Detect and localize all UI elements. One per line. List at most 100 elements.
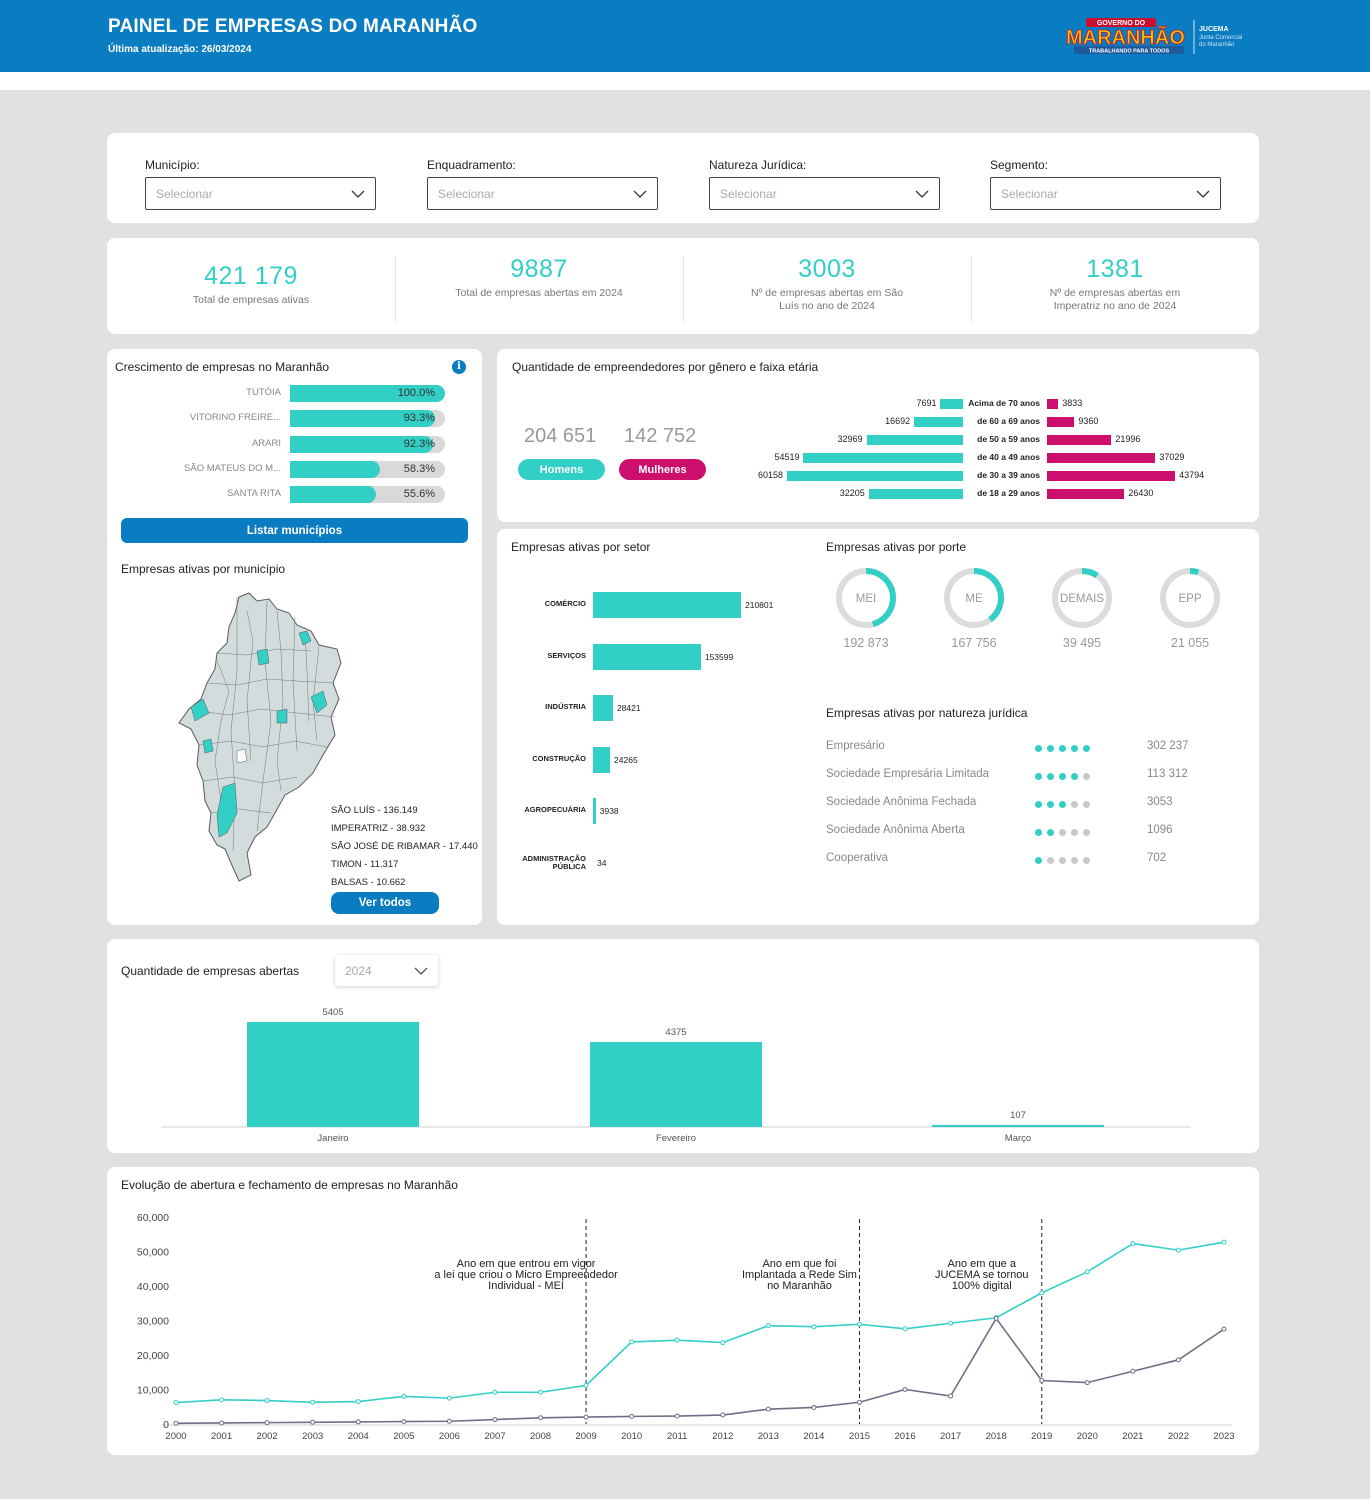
info-icon[interactable]: i: [452, 360, 466, 374]
month-tick-label: Fevereiro: [656, 1133, 696, 1144]
svg-text:JUCEMA: JUCEMA: [1199, 26, 1229, 33]
evolution-line-chart: 0 10,000 20,000 30,000 40,000 50,000 60,000 200…: [137, 1212, 1235, 1442]
growth-track: 92.3%: [290, 435, 445, 453]
rating-dot: [1035, 745, 1042, 752]
enquadramento-select[interactable]: Selecionar: [427, 177, 658, 210]
men-pill[interactable]: Homens: [518, 459, 605, 480]
series-point: [811, 1324, 817, 1330]
rating-dot: [1035, 773, 1042, 780]
kpi-label: Nº de empresas abertas em Imperatriz no …: [1049, 287, 1181, 312]
month-tick-label: Janeiro: [317, 1133, 348, 1144]
natureza-name: Sociedade Anônima Fechada: [826, 796, 977, 808]
kpi-label: Total de empresas ativas: [192, 294, 310, 306]
svg-text:MARANHÃO: MARANHÃO: [1066, 26, 1185, 49]
series-point: [492, 1389, 498, 1395]
rating-dot: [1071, 801, 1078, 808]
svg-text:do Maranhão: do Maranhão: [1199, 42, 1235, 48]
filter-segmento: Segmento: Selecionar: [990, 158, 1221, 210]
age-label-men: 16692: [885, 416, 911, 426]
sector-value: 34: [597, 857, 607, 868]
sector-value: 153599: [704, 651, 734, 662]
segmento-select[interactable]: Selecionar: [990, 177, 1221, 210]
chevron-down-icon: [1196, 190, 1210, 198]
growth-municipio-name: VITORINO FREIRE...: [189, 412, 281, 424]
rating-dot: [1047, 857, 1054, 864]
age-label-women: 3833: [1062, 398, 1083, 408]
porte-donut: ME: [944, 568, 1004, 628]
natureza-select[interactable]: Selecionar: [709, 177, 940, 210]
series-point: [446, 1418, 452, 1424]
age-label-men: 32969: [837, 434, 863, 444]
series-point: [629, 1339, 635, 1345]
growth-pct: 58.3%: [403, 462, 435, 475]
filter-natureza: Natureza Jurídica: Selecionar: [709, 158, 940, 210]
kpi-total-active: 421 179 Total de empresas ativas: [107, 238, 395, 334]
age-bar-women: [1047, 471, 1176, 481]
series-point: [856, 1321, 862, 1327]
age-label-men: 32205: [839, 488, 865, 498]
x-tick-label: 2021: [1122, 1431, 1143, 1442]
x-tick-label: 2013: [758, 1431, 779, 1442]
natureza-value: 113 312: [1147, 768, 1188, 780]
age-bar-women: [1047, 435, 1112, 445]
series-point: [446, 1395, 452, 1401]
rating-dot: [1059, 745, 1066, 752]
series-point: [1084, 1380, 1090, 1386]
rating-dot: [1059, 773, 1066, 780]
age-bar-men: [803, 453, 963, 463]
y-tick-label: 50,000: [137, 1247, 169, 1259]
series-point: [902, 1326, 908, 1332]
y-tick-label: 10,000: [137, 1385, 169, 1397]
list-municipios-button[interactable]: Listar municípios: [121, 518, 468, 543]
natureza-row: Cooperativa 702: [826, 852, 1206, 866]
age-bar-men: [868, 489, 963, 499]
series-point: [1039, 1378, 1045, 1384]
age-label-women: 37029: [1159, 452, 1185, 462]
rating-dot: [1035, 829, 1042, 836]
rating-dot: [1047, 773, 1054, 780]
series-point: [902, 1387, 908, 1392]
growth-row: TUTÓIA 100.0%: [107, 385, 477, 402]
filter-label: Natureza Jurídica:: [709, 158, 807, 172]
natureza-title: Empresas ativas por natureza jurídica: [826, 706, 1028, 720]
growth-row: VITORINO FREIRE... 93.3%: [107, 410, 477, 428]
age-group-label: de 30 a 39 anos: [977, 470, 1040, 480]
kpi-sao-luis-2024: 3003 Nº de empresas abertas em São Luís …: [683, 238, 971, 334]
sector-name: ADMINISTRAÇÃO PÚBLICA: [522, 853, 586, 871]
sector-name: INDÚSTRIA: [545, 702, 586, 711]
age-group-label: de 18 a 29 anos: [977, 488, 1040, 498]
page-title: PAINEL DE EMPRESAS DO MARANHÃO: [108, 16, 478, 37]
maranhao-municipalities-map[interactable]: [177, 591, 347, 883]
municipio-select[interactable]: Selecionar: [145, 177, 376, 210]
x-tick-label: 2019: [1031, 1431, 1052, 1442]
kpi-opened-2024: 9887 Total de empresas abertas em 2024: [395, 238, 683, 334]
filter-label: Enquadramento:: [427, 158, 516, 172]
growth-pct: 100.0%: [397, 387, 435, 399]
ver-todos-button[interactable]: Ver todos: [331, 892, 439, 914]
natureza-name: Empresário: [826, 740, 885, 752]
series-point: [674, 1413, 680, 1419]
series-point: [264, 1398, 270, 1404]
growth-row: SANTA RITA 55.6%: [107, 486, 477, 504]
chevron-down-icon: [351, 190, 365, 198]
natureza-value: 302 237: [1147, 740, 1189, 752]
y-tick-label: 40,000: [137, 1281, 169, 1293]
growth-track: 58.3%: [290, 460, 445, 478]
x-tick-label: 2002: [257, 1431, 278, 1442]
series-point: [948, 1320, 954, 1326]
series-point: [264, 1420, 270, 1426]
x-tick-label: 2003: [302, 1431, 323, 1442]
series-point: [173, 1400, 179, 1406]
rating-dot: [1059, 829, 1066, 836]
rating-dot: [1035, 857, 1042, 864]
sector-name: AGROPECUÁRIA: [524, 805, 586, 814]
rating-dot: [1047, 801, 1054, 808]
growth-map-card: Crescimento de empresas no Maranhão i TU…: [107, 349, 482, 925]
growth-title: Crescimento de empresas no Maranhão: [115, 360, 330, 374]
age-label-men: 60158: [757, 470, 783, 480]
sector-bar: [593, 746, 611, 773]
growth-bar: [290, 486, 377, 504]
donut-label: ME: [965, 593, 983, 605]
women-pill[interactable]: Mulheres: [619, 459, 706, 480]
x-tick-label: 2007: [484, 1431, 505, 1442]
